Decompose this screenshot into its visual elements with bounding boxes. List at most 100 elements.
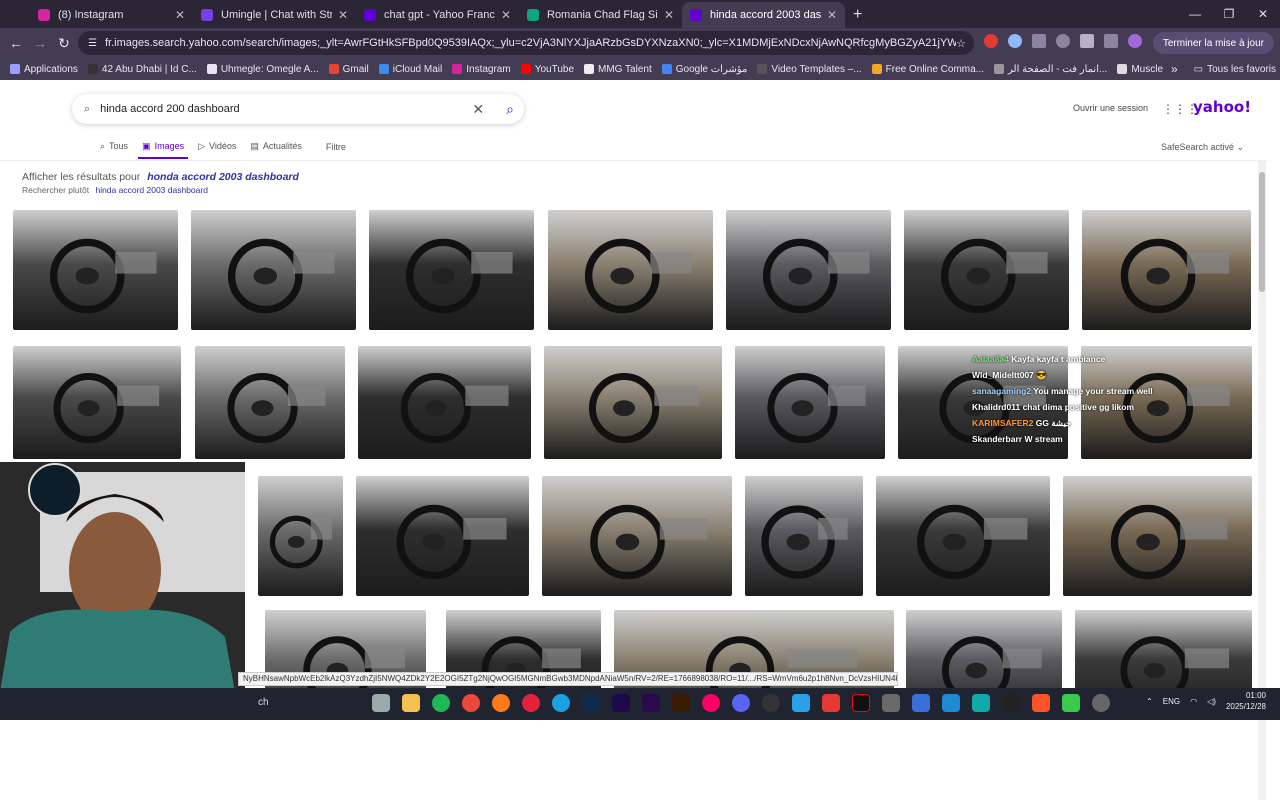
bookmark-item[interactable]: iCloud Mail: [378, 64, 442, 75]
image-result[interactable]: [544, 346, 722, 459]
clear-search-icon[interactable]: ✕: [472, 101, 484, 118]
reload-button[interactable]: ↻: [52, 35, 76, 52]
tab-close-icon[interactable]: ✕: [501, 8, 511, 22]
bookmark-item[interactable]: 42 Abu Dhabi | Id C...: [87, 64, 197, 75]
search-box[interactable]: ⌕ hinda accord 200 dashboard ✕ ⌕: [72, 94, 524, 124]
original-query-link[interactable]: hinda accord 2003 dashboard: [95, 185, 207, 195]
maximize-button[interactable]: ❐: [1212, 0, 1246, 28]
image-result[interactable]: [195, 346, 345, 459]
bookmark-item[interactable]: Applications: [10, 64, 78, 75]
bookmark-item[interactable]: Google مؤشرات: [661, 64, 747, 75]
update-button[interactable]: Terminer la mise à jour: [1152, 32, 1274, 54]
bookmark-item[interactable]: Video Templates –...: [757, 64, 862, 75]
all-bookmarks-link[interactable]: Tous les favoris: [1207, 64, 1276, 75]
extension-grid-icon[interactable]: [1032, 34, 1046, 48]
image-result[interactable]: [1082, 210, 1251, 330]
image-result[interactable]: [13, 346, 181, 459]
minimize-button[interactable]: —: [1178, 0, 1212, 28]
vscode-icon[interactable]: [942, 694, 960, 712]
brave-icon[interactable]: [1032, 694, 1050, 712]
tab-2[interactable]: chat gpt - Yahoo France Résult... ✕: [356, 2, 519, 28]
spotify-icon[interactable]: [432, 694, 450, 712]
scrollbar-thumb[interactable]: [1259, 172, 1265, 292]
extension-blue-icon[interactable]: [1008, 34, 1022, 48]
signin-link[interactable]: Ouvrir une session: [1073, 103, 1148, 113]
firefox-icon[interactable]: [492, 694, 510, 712]
tab-actualités[interactable]: ▤ Actualités: [250, 141, 302, 152]
image-result[interactable]: [548, 210, 713, 330]
file-explorer-icon[interactable]: [402, 694, 420, 712]
address-url[interactable]: fr.images.search.yahoo.com/search/images…: [105, 37, 956, 49]
image-result[interactable]: [876, 476, 1050, 596]
safesearch-toggle[interactable]: SafeSearch activé ⌄: [1161, 142, 1244, 153]
tab-0[interactable]: (8) Instagram ✕: [30, 2, 193, 28]
site-info-icon[interactable]: ☰: [88, 38, 97, 49]
obs-icon[interactable]: [762, 694, 780, 712]
image-result[interactable]: [13, 210, 178, 330]
image-result[interactable]: [369, 210, 534, 330]
tray-chevron-icon[interactable]: ⌃: [1146, 697, 1153, 706]
back-button[interactable]: ←: [4, 35, 28, 51]
bookmark-item[interactable]: Free Online Comma...: [871, 64, 984, 75]
image-result[interactable]: [191, 210, 356, 330]
extension-person-icon[interactable]: [1056, 34, 1070, 48]
clock[interactable]: 01:00 2025/12/28: [1226, 690, 1266, 712]
search-submit-icon[interactable]: ⌕: [506, 101, 514, 118]
image-result[interactable]: [542, 476, 732, 596]
bookmark-item[interactable]: Uhmegle: Omegle A...: [206, 64, 319, 75]
tab-3[interactable]: Romania Chad Flag Similarity ✕: [519, 2, 682, 28]
app-dark-icon[interactable]: [1002, 694, 1020, 712]
tab-vidéos[interactable]: ▷ Vidéos: [198, 141, 236, 152]
tab-4[interactable]: hinda accord 2003 dashboard - ✕: [682, 2, 845, 28]
illustrator-icon[interactable]: [672, 694, 690, 712]
tab-close-icon[interactable]: ✕: [338, 8, 348, 22]
new-tab-button[interactable]: +: [845, 2, 870, 28]
image-result[interactable]: [356, 476, 529, 596]
tab-1[interactable]: Umingle | Chat with Strangers I... ✕: [193, 2, 356, 28]
chrome-icon[interactable]: [462, 694, 480, 712]
bookmark-item[interactable]: Gmail: [328, 64, 369, 75]
taskbar-search-text[interactable]: ch: [258, 697, 269, 708]
firefox-dev-icon[interactable]: [702, 694, 720, 712]
cursor-icon[interactable]: [972, 694, 990, 712]
search-input[interactable]: hinda accord 200 dashboard: [100, 103, 472, 115]
bookmark-item[interactable]: انمار فت - الصفحة الر...: [994, 64, 1107, 75]
app-red-icon[interactable]: [822, 694, 840, 712]
yahoo-logo[interactable]: yahoo!: [1193, 98, 1251, 116]
tab-close-icon[interactable]: ✕: [664, 8, 674, 22]
app-green-icon[interactable]: [1062, 694, 1080, 712]
snipping-icon[interactable]: [792, 694, 810, 712]
bookmark-item[interactable]: Instagram: [452, 64, 511, 75]
tab-close-icon[interactable]: ✕: [175, 8, 185, 22]
forward-button[interactable]: →: [28, 35, 52, 51]
premiere-icon[interactable]: [642, 694, 660, 712]
image-result[interactable]: [735, 346, 885, 459]
wifi-icon[interactable]: ◠: [1190, 697, 1197, 706]
tab-tous[interactable]: ⌕ Tous: [100, 141, 128, 152]
image-result[interactable]: [358, 346, 531, 459]
app-settings-icon[interactable]: [1092, 694, 1110, 712]
after-effects-icon[interactable]: [612, 694, 630, 712]
bookmark-item[interactable]: MMG Talent: [584, 64, 652, 75]
language-indicator[interactable]: ENG: [1163, 697, 1180, 706]
app-brackets-icon[interactable]: [882, 694, 900, 712]
image-result[interactable]: [258, 476, 343, 596]
close-window-button[interactable]: ✕: [1246, 0, 1280, 28]
extension-red-icon[interactable]: [984, 34, 998, 48]
image-result[interactable]: [745, 476, 863, 596]
profile-avatar-icon[interactable]: [1128, 34, 1142, 48]
bookmark-star-icon[interactable]: ☆: [956, 37, 966, 50]
bookmark-item[interactable]: YouTube: [520, 64, 574, 75]
tab-images[interactable]: ▣ Images: [138, 141, 189, 159]
image-result[interactable]: [726, 210, 891, 330]
image-result[interactable]: [1063, 476, 1252, 596]
task-view-icon[interactable]: [372, 694, 390, 712]
opera-icon[interactable]: [522, 694, 540, 712]
app-blue-icon[interactable]: [912, 694, 930, 712]
address-bar[interactable]: ☰ fr.images.search.yahoo.com/search/imag…: [78, 31, 974, 55]
corrected-query-link[interactable]: honda accord 2003 dashboard: [147, 171, 299, 183]
tab-filtre[interactable]: Filtre: [326, 142, 346, 152]
image-result[interactable]: [904, 210, 1069, 330]
tab-close-icon[interactable]: ✕: [827, 8, 837, 22]
discord-icon[interactable]: [732, 694, 750, 712]
